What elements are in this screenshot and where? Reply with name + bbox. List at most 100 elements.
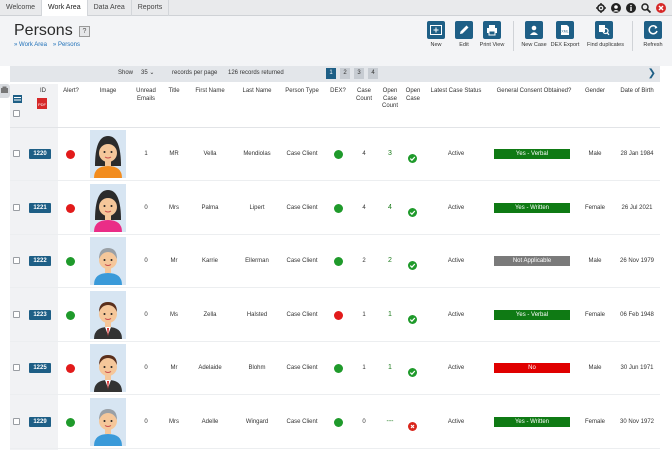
pdf-export-icon[interactable]: PDF: [37, 96, 47, 114]
latest-case-status-cell: Active: [447, 258, 465, 264]
col-open-case[interactable]: Open Case: [403, 88, 423, 103]
cross-icon: [408, 418, 417, 436]
col-person-type[interactable]: Person Type: [281, 88, 323, 96]
col-date-of-birth[interactable]: Date of Birth: [614, 88, 660, 96]
refresh-button[interactable]: Refresh: [636, 21, 670, 48]
alert-dot: [66, 150, 75, 159]
person-avatar[interactable]: [90, 344, 126, 392]
person-avatar[interactable]: [90, 130, 126, 178]
page-buttons: 1 2 3 4: [326, 68, 378, 79]
page-2-button[interactable]: 2: [340, 68, 350, 79]
table-header: PDF ID Alert? Image Unread Emails Title …: [10, 84, 660, 128]
row-checkbox[interactable]: [13, 310, 20, 318]
first-name-cell: Zella: [203, 311, 217, 318]
row-checkbox[interactable]: [13, 364, 20, 371]
close-icon[interactable]: [655, 2, 666, 13]
last-name-cell: Lipert: [249, 204, 265, 211]
dex-dot: [334, 203, 343, 213]
info-icon[interactable]: [625, 2, 636, 13]
open-case-count-cell: 2: [388, 257, 392, 264]
pencil-icon: [455, 21, 473, 39]
dex-dot: [334, 257, 343, 266]
person-id-badge[interactable]: 1220: [29, 149, 51, 159]
person-avatar[interactable]: [90, 290, 126, 339]
chevron-down-icon: ⌄: [149, 70, 155, 76]
dex-dot: [334, 364, 343, 373]
person-avatar[interactable]: [90, 183, 126, 232]
person-id-badge[interactable]: 1221: [29, 202, 51, 213]
title-cell: Mr: [170, 365, 178, 371]
col-alert[interactable]: Alert?: [59, 88, 83, 96]
search-icon[interactable]: [640, 2, 651, 13]
person-avatar[interactable]: [90, 397, 126, 446]
person-id-badge[interactable]: 1229: [29, 416, 51, 427]
col-first-name[interactable]: First Name: [190, 88, 230, 96]
alert-dot: [66, 203, 75, 213]
menu-work-area[interactable]: Work Area: [42, 0, 88, 16]
col-last-name[interactable]: Last Name: [237, 88, 277, 96]
user-icon[interactable]: [610, 2, 621, 13]
check-icon: [408, 364, 417, 382]
unread-emails-cell: 0: [144, 258, 148, 264]
select-all-checkbox[interactable]: [13, 110, 20, 117]
side-panel-tab[interactable]: [0, 84, 10, 98]
breadcrumb-persons[interactable]: » Persons: [53, 42, 80, 48]
check-icon: [408, 311, 417, 329]
person-avatar[interactable]: [90, 237, 126, 285]
consent-badge: Yes - Written: [494, 416, 570, 427]
col-unread-emails[interactable]: Unread Emails: [132, 88, 160, 103]
menu-data-area[interactable]: Data Area: [88, 0, 132, 16]
table-row[interactable]: 1225 0 Mr Adelaide Blohm Case Client 1 1…: [10, 342, 660, 395]
first-name-cell: Vella: [203, 151, 217, 157]
case-count-cell: 4: [362, 204, 366, 211]
row-checkbox[interactable]: [13, 203, 20, 211]
next-page-icon[interactable]: ❯: [648, 68, 656, 79]
person-type-cell: Case Client: [286, 311, 318, 318]
col-general-consent[interactable]: General Consent Obtained?: [489, 88, 579, 96]
show-label: Show: [118, 70, 134, 76]
row-checkbox[interactable]: [13, 417, 20, 425]
table-row[interactable]: 1223 0 Ms Zella Halsted Case Client 1 1 …: [10, 289, 660, 342]
svg-text:XML: XML: [561, 30, 568, 34]
breadcrumb-work-area[interactable]: » Work Area: [14, 42, 47, 48]
menu-welcome[interactable]: Welcome: [0, 0, 43, 16]
table-row[interactable]: 1220 1 MR Vella Mendiolas Case Client 4 …: [10, 128, 660, 181]
person-id-badge[interactable]: 1223: [29, 309, 51, 320]
case-count-cell: 0: [362, 418, 366, 425]
find-duplicates-button[interactable]: Find duplicates: [587, 21, 624, 48]
col-dex[interactable]: DEX?: [328, 88, 348, 96]
person-type-cell: Case Client: [286, 258, 318, 264]
table-row[interactable]: 1221 0 Mrs Palma Lipert Case Client 4 4 …: [10, 182, 660, 235]
col-latest-case-status[interactable]: Latest Case Status: [424, 88, 488, 96]
person-type-cell: Case Client: [286, 365, 318, 371]
col-title[interactable]: Title: [164, 88, 184, 96]
print-view-button[interactable]: Print View: [475, 21, 509, 48]
col-id[interactable]: ID: [37, 88, 49, 96]
col-case-count[interactable]: Case Count: [352, 88, 376, 103]
page-3-button[interactable]: 3: [354, 68, 364, 79]
page-4-button[interactable]: 4: [368, 68, 378, 79]
date-of-birth-cell: 26 Jul 2021: [621, 204, 653, 211]
last-name-cell: Blohm: [248, 365, 266, 371]
new-case-button[interactable]: New Case: [517, 21, 551, 48]
open-case-count-cell: ---: [386, 417, 394, 425]
col-open-case-count[interactable]: Open Case Count: [377, 88, 403, 111]
column-chooser-icon[interactable]: [13, 90, 22, 108]
unread-emails-cell: 0: [144, 418, 148, 425]
row-checkbox[interactable]: [13, 257, 20, 264]
help-button[interactable]: ?: [79, 26, 90, 37]
gear-icon[interactable]: [595, 2, 606, 13]
dex-export-button[interactable]: XML DEX Export: [548, 21, 582, 48]
table-row[interactable]: 1222 0 Mr Karrie Ellerman Case Client 2 …: [10, 235, 660, 288]
person-id-badge[interactable]: 1225: [29, 363, 51, 373]
page-1-button[interactable]: 1: [326, 68, 336, 79]
case-count-cell: 1: [362, 365, 366, 371]
per-page-select[interactable]: 35 ⌄: [138, 68, 157, 77]
dex-dot: [334, 150, 343, 159]
person-id-badge[interactable]: 1222: [29, 256, 51, 266]
menu-reports[interactable]: Reports: [132, 0, 170, 16]
row-checkbox[interactable]: [13, 150, 20, 157]
col-gender[interactable]: Gender: [580, 88, 610, 96]
latest-case-status-cell: Active: [447, 311, 465, 318]
table-row[interactable]: 1229 0 Mrs Adelle Wingard Case Client 0 …: [10, 396, 660, 449]
